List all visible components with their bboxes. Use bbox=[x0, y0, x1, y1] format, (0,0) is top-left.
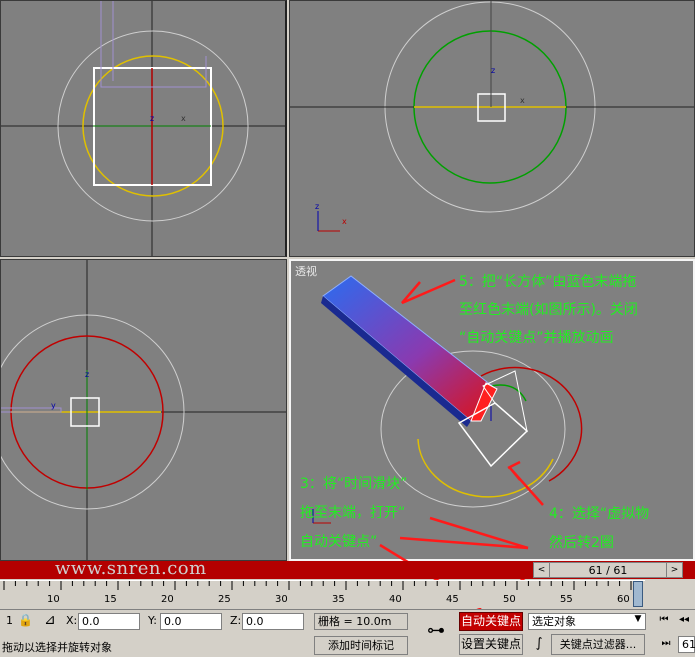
auto-key-button[interactable]: 自动关键点 bbox=[459, 612, 523, 631]
viewport-top-left[interactable]: z x bbox=[0, 0, 287, 257]
viewport-bottom-left[interactable]: z y bbox=[0, 259, 287, 561]
key-icon[interactable]: ⊶ bbox=[423, 620, 449, 641]
status-bar: 1 🔒 ⊿ X: 0.0 Y: 0.0 Z: 0.0 栅格 = 10.0m ⊶ … bbox=[0, 609, 695, 657]
prev-frame-icon[interactable]: < bbox=[534, 563, 550, 577]
transform-type-in-icon[interactable]: ⊿ bbox=[42, 612, 58, 628]
time-slider-label: 61 / 61 bbox=[588, 563, 628, 577]
lock-icon[interactable]: 🔒 bbox=[18, 613, 33, 627]
time-slider[interactable]: < 61 / 61 > bbox=[533, 562, 683, 578]
annotation-step4-line2: 然后转2圈 bbox=[549, 535, 614, 551]
annotation-step3-line2: 拖至末端，打开“ bbox=[300, 505, 406, 521]
frame-ruler[interactable]: 10 15 20 25 30 35 40 45 50 55 60 bbox=[0, 580, 645, 608]
annotation-step4-line1: 4：选择“虚拟物 bbox=[549, 506, 650, 522]
annotation-step5: 5：把“长方体”由蓝色末端拖 至红色末端(如图所示)。关闭 “自动关键点”并播放… bbox=[459, 268, 638, 352]
grid-spacing: 栅格 = 10.0m bbox=[314, 613, 408, 630]
next-frame-icon[interactable]: > bbox=[666, 563, 682, 577]
ruler-label: 40 bbox=[389, 594, 402, 605]
svg-text:x: x bbox=[342, 217, 347, 226]
selection-dropdown[interactable]: 选定对象 bbox=[528, 613, 646, 630]
selection-count: 1 bbox=[6, 614, 13, 627]
ruler-label: 30 bbox=[275, 594, 288, 605]
ruler-label: 25 bbox=[218, 594, 231, 605]
ruler-label: 15 bbox=[104, 594, 117, 605]
key-filters-button[interactable]: 关键点过滤器... bbox=[551, 634, 645, 655]
svg-text:x: x bbox=[181, 114, 186, 123]
set-key-button[interactable]: 设置关键点 bbox=[459, 634, 523, 655]
z-coordinate-field[interactable]: 0.0 bbox=[242, 613, 304, 630]
svg-text:z: z bbox=[315, 202, 319, 211]
add-time-tag-button[interactable]: 添加时间标记 bbox=[314, 636, 408, 655]
svg-text:y: y bbox=[51, 401, 56, 410]
previous-key-icon[interactable]: ◂◂ bbox=[676, 614, 692, 625]
curve-icon[interactable]: ∫ bbox=[530, 636, 548, 651]
ruler-label: 45 bbox=[446, 594, 459, 605]
annotation-step3-line1: 3：将“时间滑块” bbox=[300, 476, 408, 492]
ruler-label: 50 bbox=[503, 594, 516, 605]
annotation-step3-line3: 自动关键点” bbox=[300, 534, 378, 550]
x-label: X: bbox=[66, 614, 78, 627]
y-coordinate-field[interactable]: 0.0 bbox=[160, 613, 222, 630]
prompt-line: 拖动以选择并旋转对象 bbox=[2, 641, 112, 654]
annotation-step5-line3: “自动关键点”并播放动画 bbox=[459, 330, 614, 346]
ruler-label: 35 bbox=[332, 594, 345, 605]
annotation-step4: 4：选择“虚拟物 然后转2圈 bbox=[549, 500, 649, 558]
current-frame-field[interactable]: 61 bbox=[678, 636, 695, 653]
time-slider-thumb[interactable] bbox=[633, 581, 643, 607]
z-label: Z: bbox=[230, 614, 242, 627]
x-coordinate-field[interactable]: 0.0 bbox=[78, 613, 140, 630]
svg-text:x: x bbox=[520, 96, 525, 105]
watermark: www.snren.com bbox=[55, 558, 207, 579]
annotation-step3: 3：将“时间滑块” 拖至末端，打开“ 自动关键点” bbox=[300, 470, 407, 557]
ruler-label: 20 bbox=[161, 594, 174, 605]
svg-text:z: z bbox=[491, 66, 495, 75]
annotation-step5-line1: 5：把“长方体”由蓝色末端拖 bbox=[459, 274, 637, 290]
ruler-label: 60 bbox=[617, 594, 630, 605]
svg-text:z: z bbox=[85, 370, 89, 379]
svg-text:z: z bbox=[150, 114, 154, 123]
ruler-label: 10 bbox=[47, 594, 60, 605]
viewport-top-right[interactable]: z x x z bbox=[289, 0, 695, 257]
annotation-step5-line2: 至红色末端(如图所示)。关闭 bbox=[459, 302, 638, 318]
go-to-start-icon[interactable]: ⏮ bbox=[656, 614, 672, 625]
ruler-ticks bbox=[3, 581, 643, 590]
y-label: Y: bbox=[148, 614, 157, 627]
chevron-down-icon[interactable]: ▼ bbox=[632, 614, 644, 624]
ruler-label: 55 bbox=[560, 594, 573, 605]
go-to-end-icon[interactable]: ⏭ bbox=[658, 638, 674, 649]
